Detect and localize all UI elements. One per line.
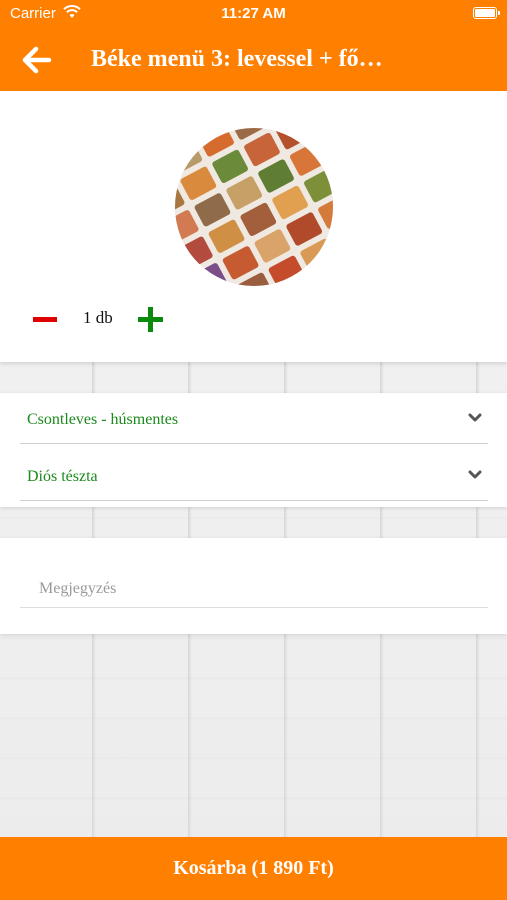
add-to-cart-button[interactable]: Kosárba (1 890 Ft) — [0, 837, 507, 900]
main-course-select-value: Diós tészta — [27, 468, 98, 485]
soup-select-value: Csontleves - húsmentes — [27, 411, 179, 428]
nav-bar: Béke menü 3: levessel + fő… — [0, 28, 507, 91]
options-card: Csontleves - húsmentes Diós tészta — [0, 393, 507, 507]
quantity-label: 1 db — [83, 308, 113, 327]
status-time: 11:27 AM — [221, 5, 286, 22]
decrease-quantity-button[interactable] — [33, 317, 57, 322]
soup-select[interactable]: Csontleves - húsmentes — [20, 393, 488, 444]
page-title: Béke menü 3: levessel + fő… — [91, 46, 383, 72]
main-course-select[interactable]: Diós tészta — [20, 450, 488, 501]
chevron-down-icon — [468, 413, 482, 422]
product-card: 1 db — [0, 91, 507, 362]
note-card — [0, 538, 507, 634]
increase-quantity-button[interactable] — [138, 307, 163, 332]
food-boxes-image — [175, 128, 333, 286]
product-image — [175, 128, 333, 286]
chevron-down-icon — [468, 470, 482, 479]
note-input[interactable] — [20, 570, 488, 608]
back-arrow-icon[interactable] — [22, 46, 52, 74]
battery-icon — [473, 7, 500, 19]
status-bar: Carrier 11:27 AM — [0, 0, 507, 28]
quantity-row: 1 db — [0, 291, 507, 341]
